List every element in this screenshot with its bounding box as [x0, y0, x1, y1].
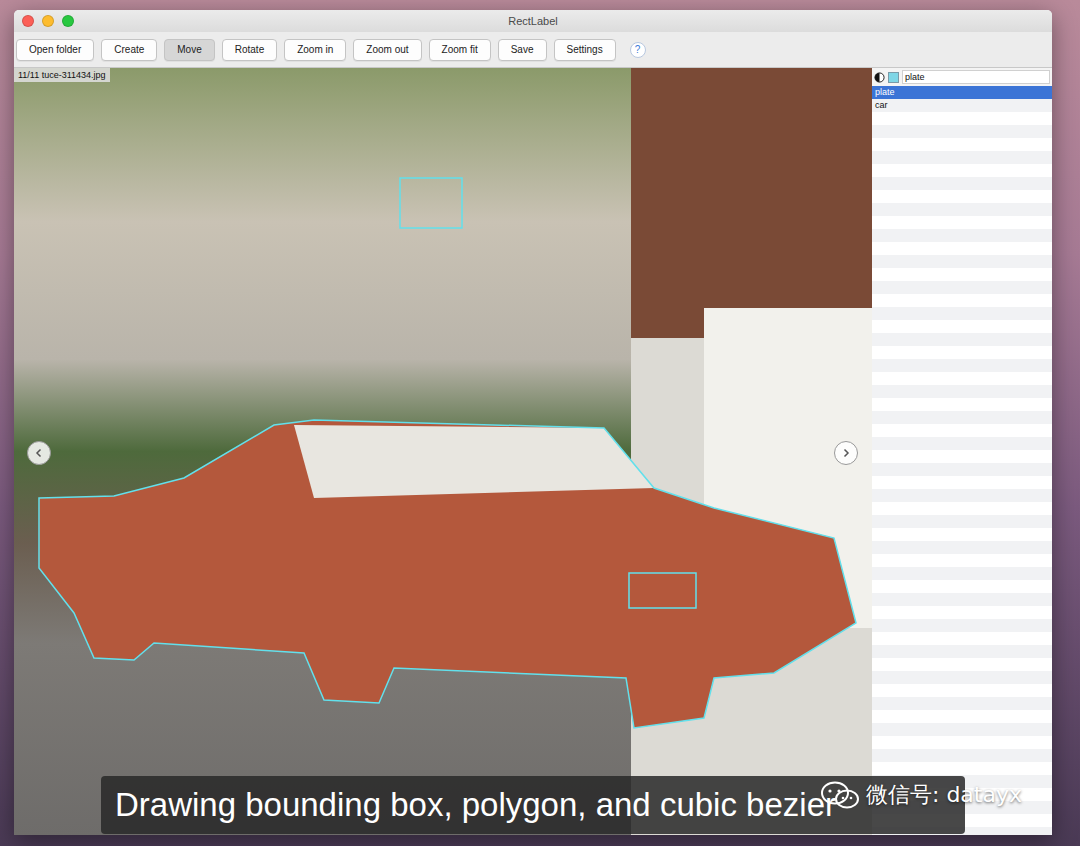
- window-controls: [22, 15, 74, 27]
- plate-box[interactable]: [629, 573, 696, 608]
- toolbar-button[interactable]: Save: [498, 39, 547, 61]
- next-button[interactable]: [834, 441, 858, 465]
- toolbar-button[interactable]: Zoom in: [284, 39, 346, 61]
- image-canvas[interactable]: 11/11 tuce-311434.jpg: [14, 68, 872, 835]
- previous-button[interactable]: [27, 441, 51, 465]
- watermark: 微信号: datayx: [820, 780, 1022, 810]
- toolbar-button[interactable]: Create: [101, 39, 157, 61]
- app-window: RectLabel Open folder Create Move Rotate Zoom…: [14, 10, 1052, 835]
- toolbar-button[interactable]: Zoom fit: [429, 39, 491, 61]
- window-title: RectLabel: [508, 15, 558, 27]
- content: 11/11 tuce-311434.jpgplateplatecar: [14, 68, 1052, 835]
- label-row[interactable]: car: [872, 99, 1052, 112]
- file-name: 11/11 tuce-311434.jpg: [14, 68, 110, 82]
- label-panel: plateplatecar: [872, 68, 1052, 835]
- label-row[interactable]: plate: [872, 86, 1052, 99]
- desktop: RectLabel Open folder Create Move Rotate Zoom…: [0, 0, 1080, 846]
- sign-box[interactable]: [400, 178, 462, 228]
- photo: [14, 68, 872, 835]
- car-polygon[interactable]: [39, 420, 856, 728]
- watermark-text: 微信号: datayx: [866, 780, 1022, 810]
- toolbar-button[interactable]: Settings: [554, 39, 616, 61]
- label-list: platecar: [872, 86, 1052, 835]
- wechat-icon: [820, 780, 860, 810]
- label-field[interactable]: plate: [902, 70, 1050, 84]
- chevron-left-icon: [34, 448, 44, 458]
- video-subtitle: Drawing bounding box, polygon, and cubic…: [101, 776, 965, 834]
- contrast-icon[interactable]: [874, 72, 885, 83]
- toolbar-button[interactable]: Open folder: [16, 39, 94, 61]
- minimize-button[interactable]: [42, 15, 54, 27]
- toolbar: Open folder Create Move Rotate Zoom in Zoom o…: [14, 32, 1052, 68]
- toolbar-button[interactable]: Move: [164, 39, 214, 61]
- toolbar-button[interactable]: Rotate: [222, 39, 277, 61]
- toolbar-button[interactable]: Zoom out: [353, 39, 421, 61]
- help-button[interactable]: ?: [630, 42, 646, 58]
- label-color-swatch[interactable]: [888, 72, 899, 83]
- close-button[interactable]: [22, 15, 34, 27]
- chevron-right-icon: [841, 448, 851, 458]
- zoom-button[interactable]: [62, 15, 74, 27]
- label-header: plate: [872, 68, 1052, 86]
- title-bar[interactable]: RectLabel: [14, 10, 1052, 32]
